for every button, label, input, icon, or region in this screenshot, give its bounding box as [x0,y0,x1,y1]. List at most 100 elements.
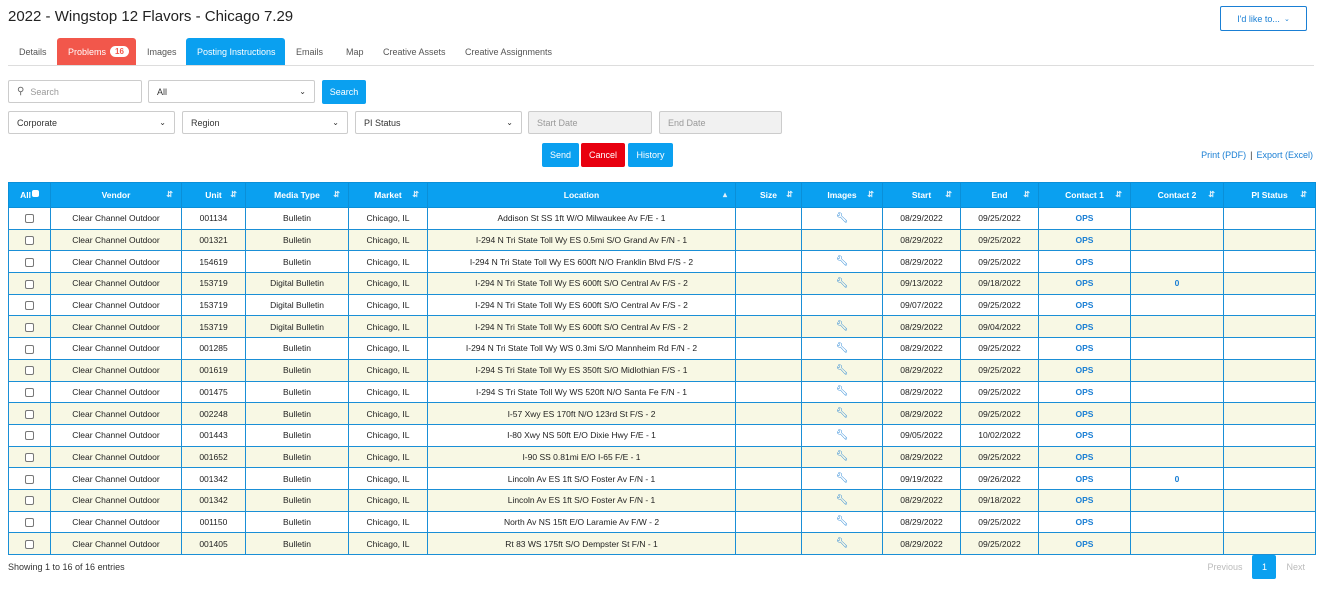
table-row[interactable]: Clear Channel Outdoor 001321 Bulletin Chica… [8,228,1316,252]
row-select-cell[interactable] [8,488,51,512]
column-header-media-type[interactable]: Media Type ⇵ [245,182,349,208]
contact-1-cell[interactable]: OPS [1038,445,1131,469]
wrench-icon[interactable]: 🔧︎ [836,430,849,441]
contact-1-cell[interactable]: OPS [1038,510,1131,534]
row-select-cell[interactable] [8,358,51,382]
tab-map[interactable]: Map [335,38,372,65]
table-row[interactable]: Clear Channel Outdoor 002248 Bulletin Chica… [8,402,1316,425]
wrench-icon[interactable]: 🔧︎ [836,516,849,527]
search-button[interactable]: Search [322,80,366,104]
contact-1-cell[interactable]: OPS [1038,337,1131,360]
column-header-contact-1[interactable]: Contact 1 ⇵ [1038,182,1131,208]
table-row[interactable]: Clear Channel Outdoor 001443 Bulletin Chica… [8,423,1316,447]
wrench-icon[interactable]: 🔧︎ [836,473,849,484]
region-select[interactable]: Region ⌄ [182,111,348,134]
column-header-contact-2[interactable]: Contact 2 ⇵ [1130,182,1224,208]
start-date-field[interactable]: Start Date [528,111,652,134]
row-checkbox[interactable] [25,214,34,224]
wrench-icon[interactable]: 🔧︎ [836,256,849,267]
previous-page-button[interactable]: Previous [1197,562,1252,572]
page-number-button[interactable]: 1 [1252,555,1277,579]
table-row[interactable]: Clear Channel Outdoor 001652 Bulletin Chica… [8,445,1316,469]
wrench-icon[interactable]: 🔧︎ [836,495,849,506]
row-select-cell[interactable] [8,228,51,252]
row-checkbox[interactable] [25,301,34,311]
contact-1-cell[interactable]: OPS [1038,488,1131,512]
wrench-icon[interactable]: 🔧︎ [836,365,849,376]
table-row[interactable]: Clear Channel Outdoor 154619 Bulletin Chica… [8,250,1316,274]
contact-1-cell[interactable]: OPS [1038,228,1131,252]
wrench-icon[interactable]: 🔧︎ [836,278,849,289]
column-header-vendor[interactable]: Vendor ⇵ [50,182,182,208]
wrench-icon[interactable]: 🔧︎ [836,386,849,397]
contact-2-cell[interactable]: 0 [1130,272,1224,295]
tab-problems[interactable]: Problems 16 [57,38,136,65]
corporate-select[interactable]: Corporate ⌄ [8,111,175,134]
table-row[interactable]: Clear Channel Outdoor 153719 Digital Bulle… [8,293,1316,317]
contact-1-cell[interactable]: OPS [1038,250,1131,274]
row-select-cell[interactable] [8,315,51,339]
column-header-end[interactable]: End ⇵ [960,182,1039,208]
next-page-button[interactable]: Next [1276,562,1315,572]
row-checkbox[interactable] [25,518,34,528]
column-header-pi-status[interactable]: PI Status ⇵ [1223,182,1316,208]
row-checkbox[interactable] [25,279,34,289]
contact-1-cell[interactable]: OPS [1038,380,1131,404]
column-header-images[interactable]: Images ⇵ [801,182,883,208]
row-checkbox[interactable] [25,474,34,484]
tab-creative-assets[interactable]: Creative Assets [372,38,454,65]
history-button[interactable]: History [628,143,673,167]
table-row[interactable]: Clear Channel Outdoor 001619 Bulletin Chica… [8,358,1316,382]
table-row[interactable]: Clear Channel Outdoor 001342 Bulletin Chica… [8,467,1316,490]
export-excel-link[interactable]: Export (Excel) [1256,150,1313,160]
table-row[interactable]: Clear Channel Outdoor 001285 Bulletin Chica… [8,337,1316,360]
table-row[interactable]: Clear Channel Outdoor 001342 Bulletin Chica… [8,488,1316,512]
row-checkbox[interactable] [25,366,34,376]
row-select-cell[interactable] [8,293,51,317]
row-select-cell[interactable] [8,402,51,425]
contact-1-cell[interactable]: OPS [1038,207,1131,230]
contact-1-cell[interactable]: OPS [1038,315,1131,339]
table-row[interactable]: Clear Channel Outdoor 001134 Bulletin Chica… [8,207,1316,230]
table-row[interactable]: Clear Channel Outdoor 153719 Digital Bulle… [8,315,1316,339]
tab-images[interactable]: Images [136,38,186,65]
search-input[interactable]: ⚲ Search [8,80,142,103]
row-checkbox[interactable] [25,344,34,354]
wrench-icon[interactable]: 🔧︎ [836,213,849,224]
table-row[interactable]: Clear Channel Outdoor 001150 Bulletin Chica… [8,510,1316,534]
row-select-cell[interactable] [8,272,51,295]
wrench-icon[interactable]: 🔧︎ [836,538,849,549]
send-button[interactable]: Send [542,143,579,167]
table-row[interactable]: Clear Channel Outdoor 153719 Digital Bulle… [8,272,1316,295]
wrench-icon[interactable]: 🔧︎ [836,321,849,332]
wrench-icon[interactable]: 🔧︎ [836,343,849,354]
row-select-cell[interactable] [8,337,51,360]
tab-creative-assignments[interactable]: Creative Assignments [454,38,564,65]
print-pdf-link[interactable]: Print (PDF) [1201,150,1246,160]
contact-2-cell[interactable]: 0 [1130,467,1224,490]
scope-select[interactable]: All ⌄ [148,80,315,103]
row-select-cell[interactable] [8,250,51,274]
row-checkbox[interactable] [25,409,34,419]
column-header-location[interactable]: Location ▴ [427,182,736,208]
contact-1-cell[interactable]: OPS [1038,402,1131,425]
contact-1-cell[interactable]: OPS [1038,293,1131,317]
row-checkbox[interactable] [25,539,34,549]
cancel-button[interactable]: Cancel [581,143,625,167]
table-row[interactable]: Clear Channel Outdoor 001475 Bulletin Chica… [8,380,1316,404]
pi-status-select[interactable]: PI Status ⌄ [355,111,522,134]
wrench-icon[interactable]: 🔧︎ [836,408,849,419]
contact-1-cell[interactable]: OPS [1038,358,1131,382]
tab-details[interactable]: Details [8,38,57,65]
actions-dropdown-button[interactable]: I'd like to... ⌄ [1220,6,1307,31]
column-header-size[interactable]: Size ⇵ [735,182,802,208]
row-select-cell[interactable] [8,510,51,534]
tab-emails[interactable]: Emails [285,38,335,65]
row-select-cell[interactable] [8,445,51,469]
contact-1-cell[interactable]: OPS [1038,272,1131,295]
row-select-cell[interactable] [8,467,51,490]
row-checkbox[interactable] [25,236,34,246]
end-date-field[interactable]: End Date [659,111,782,134]
row-select-cell[interactable] [8,423,51,447]
column-header-market[interactable]: Market ⇵ [348,182,428,208]
